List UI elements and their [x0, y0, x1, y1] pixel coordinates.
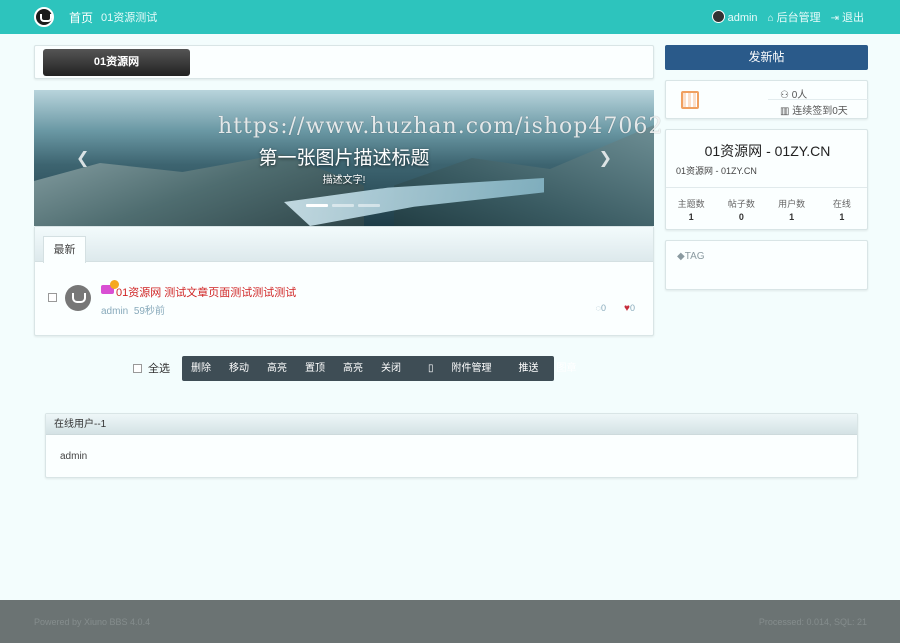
- thread-author[interactable]: admin: [101, 306, 128, 317]
- delete-button[interactable]: 删除: [182, 356, 220, 381]
- new-post-button[interactable]: 发新帖: [665, 45, 868, 70]
- online-users-title: 在线用户--1: [46, 414, 857, 435]
- tag-title-label: TAG: [684, 251, 705, 262]
- admin-link[interactable]: ⌂ 后台管理: [768, 9, 821, 25]
- site-title-panel: 01资源网: [34, 45, 654, 79]
- push-button[interactable]: 推送: [510, 356, 548, 381]
- like-count: ♥0: [624, 303, 635, 314]
- online-user[interactable]: admin: [60, 451, 87, 462]
- comment-count-value: 0: [600, 303, 606, 313]
- site-title-button[interactable]: 01资源网: [43, 49, 190, 76]
- logout-label: 退出: [842, 12, 864, 24]
- thread-row[interactable]: 01资源网 测试文章页面测试测试测试 admin 59秒前 ◌0 ♥0: [35, 273, 653, 323]
- nav-home-link[interactable]: 首页: [69, 9, 93, 26]
- footer-processed: Processed: 0.014, SQL: 21: [758, 617, 867, 627]
- stat-value: 1: [839, 212, 845, 222]
- nav-site-link[interactable]: 01资源测试: [101, 9, 157, 25]
- stat-value: 1: [688, 212, 694, 222]
- comment-count: ◌0: [596, 303, 606, 313]
- stat-online: 在线 1: [817, 188, 867, 230]
- top-navbar: 首页 01资源测试 admin ⌂ 后台管理 ⇥ 退出: [0, 0, 900, 34]
- thread-time: 59秒前: [133, 306, 165, 317]
- user-link[interactable]: admin: [711, 10, 758, 24]
- select-all-label: 全选: [148, 363, 170, 375]
- page-footer: Powered by Xiuno BBS 4.0.4 Processed: 0.…: [0, 600, 900, 643]
- tag-title: ◆TAG: [677, 251, 705, 262]
- attachment-manage-label: 附件管理: [451, 363, 492, 374]
- signin-days-value: 连续签到0天: [792, 106, 848, 117]
- move-button[interactable]: 移动: [220, 356, 258, 381]
- stat-threads: 主题数 1: [666, 188, 716, 230]
- author-avatar[interactable]: [65, 285, 91, 311]
- user-menu: admin ⌂ 后台管理 ⇥ 退出: [711, 9, 864, 25]
- stat-posts: 帖子数 0: [716, 188, 766, 230]
- site-info-panel: 01资源网 - 01ZY.CN 01资源网 - 01ZY.CN 主题数 1 帖子数…: [665, 129, 868, 230]
- tab-latest[interactable]: 最新: [43, 236, 86, 263]
- logout-icon: ⇥: [830, 13, 839, 24]
- stamp-button[interactable]: 图章: [548, 356, 586, 381]
- carousel-caption-title: 第一张图片描述标题: [258, 148, 430, 169]
- footer-powered-by: Powered by Xiuno BBS 4.0.4: [34, 617, 151, 627]
- carousel-caption-text: 描述文字!: [322, 175, 366, 186]
- user-avatar-icon: [711, 10, 725, 23]
- thread-list-panel: 最新 01资源网 测试文章页面测试测试测试 admin 59秒前 ◌0 ♥0: [34, 226, 654, 336]
- thread-tabs: 最新: [35, 227, 653, 263]
- carousel-indicator[interactable]: [332, 204, 354, 207]
- site-stats: 主题数 1 帖子数 0 用户数 1 在线 1: [666, 187, 867, 230]
- site-info-name: 01资源网 - 01ZY.CN: [704, 143, 831, 159]
- calendar-icon[interactable]: [681, 91, 699, 109]
- logout-link[interactable]: ⇥ 退出: [831, 9, 864, 25]
- stat-label: 在线: [832, 199, 851, 209]
- file-icon: ▯: [428, 363, 434, 374]
- stat-label: 用户数: [778, 199, 806, 209]
- signin-divider: [768, 99, 868, 100]
- highlight-button[interactable]: 高亮: [258, 356, 296, 381]
- signin-panel: ⚇ 0人 ▥ 连续签到0天: [665, 80, 868, 119]
- stat-value: 1: [789, 212, 795, 222]
- thread-meta: admin 59秒前: [101, 302, 165, 317]
- checkbox-box[interactable]: [133, 364, 142, 373]
- like-count-value: 0: [629, 303, 635, 313]
- tag-icon: ◆: [677, 251, 685, 262]
- select-all-checkbox[interactable]: 全选: [133, 360, 170, 376]
- pin-button[interactable]: 置顶: [296, 356, 334, 381]
- stat-value: 0: [738, 212, 744, 222]
- stat-label: 帖子数: [727, 199, 755, 209]
- site-logo-icon[interactable]: [34, 7, 54, 27]
- tag-panel: ◆TAG: [665, 240, 868, 290]
- highlight-button-2[interactable]: 高亮: [334, 356, 372, 381]
- signin-days: ▥ 连续签到0天: [780, 102, 848, 117]
- image-carousel[interactable]: ❮ ❯ 第一张图片描述标题 描述文字!: [34, 90, 654, 226]
- attachment-manage-button[interactable]: ▯ 附件管理: [410, 356, 510, 381]
- home-icon: ⌂: [767, 13, 774, 24]
- thread-title[interactable]: 01资源网 测试文章页面测试测试测试: [116, 284, 296, 300]
- bar-chart-icon: ▥: [780, 106, 793, 117]
- stat-users: 用户数 1: [767, 188, 817, 230]
- stat-label: 主题数: [677, 199, 705, 209]
- moderation-button-group: 删除 移动 高亮 置顶 高亮 关闭 ▯ 附件管理 推送 图章: [182, 356, 577, 381]
- site-info-description: 01资源网 - 01ZY.CN: [676, 166, 757, 176]
- thread-checkbox[interactable]: [48, 293, 57, 302]
- user-name: admin: [727, 12, 758, 24]
- online-users-panel: 在线用户--1 admin: [45, 413, 858, 478]
- watermark-text: https://www.huzhan.com/ishop47062: [218, 114, 664, 139]
- carousel-indicator-active[interactable]: [306, 204, 328, 207]
- close-button[interactable]: 关闭: [372, 356, 410, 381]
- admin-link-label: 后台管理: [776, 12, 821, 24]
- carousel-indicator[interactable]: [358, 204, 380, 207]
